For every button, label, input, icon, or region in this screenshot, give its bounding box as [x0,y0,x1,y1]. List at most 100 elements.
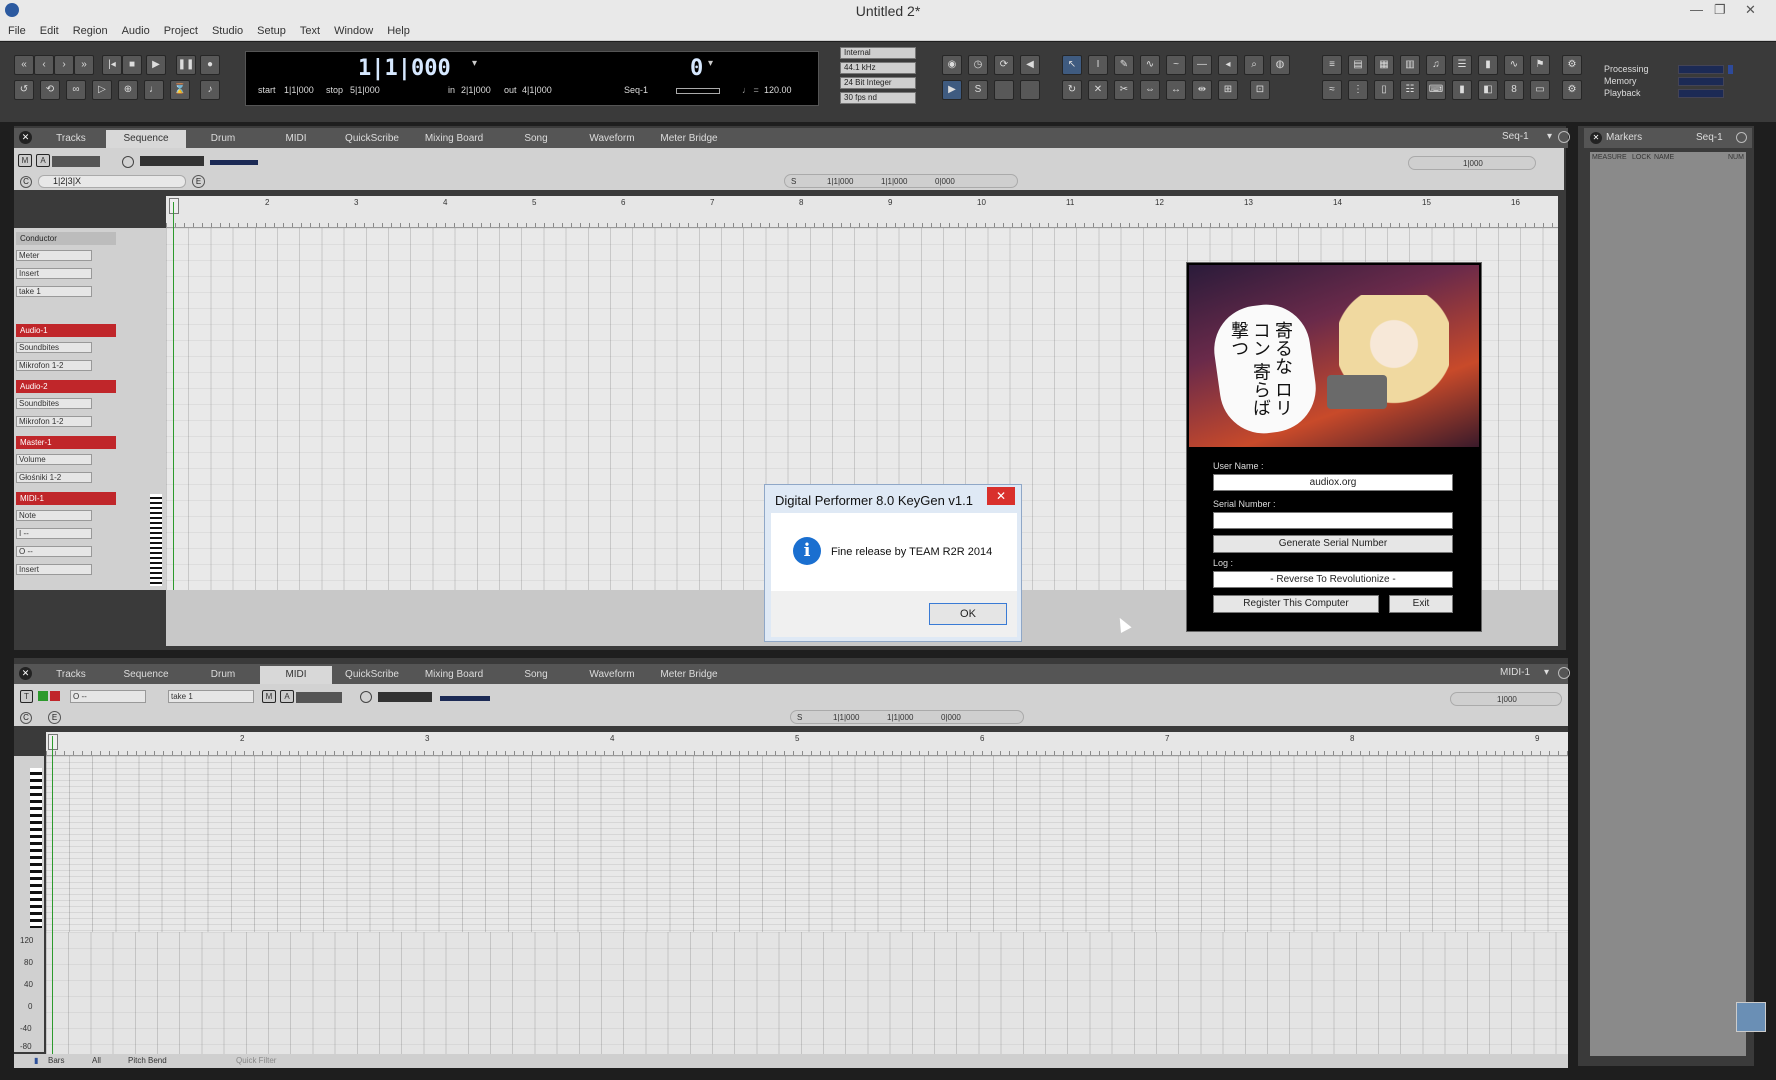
midi-window-icon[interactable]: ▥ [1400,55,1420,75]
frame-rate-select[interactable]: 30 fps nd [840,92,916,104]
midi-range-length[interactable]: 0|000 [941,713,961,722]
midi-ruler[interactable]: 2 3 4 5 6 7 8 9 [46,732,1568,756]
mini-keyboard[interactable] [150,494,162,586]
midi-range-start[interactable]: 1|1|000 [833,713,859,722]
tempo-slider[interactable] [676,88,720,94]
close-bottom-pane-icon[interactable]: ✕ [19,667,32,680]
markers-menu-icon[interactable] [1736,132,1747,143]
sync-icon[interactable]: ⟳ [994,55,1014,75]
c-button[interactable]: C [20,176,32,188]
trim-tool-icon[interactable]: ◂ [1218,55,1238,75]
midi-1-note[interactable]: Note [16,510,92,521]
scissors-tool-icon[interactable]: ✕ [1088,80,1108,100]
audio-2-output[interactable]: Mikrofon 1-2 [16,416,92,427]
curve-tool-icon[interactable]: ∿ [1140,55,1160,75]
fast-forward-icon[interactable]: › [54,55,74,75]
loop-icon[interactable]: ∞ [66,80,86,100]
range-length[interactable]: 0|000 [935,177,955,186]
merge-tool-icon[interactable]: ⇔ [1140,80,1160,100]
speaker-icon[interactable]: ◀ [1020,55,1040,75]
clock-source-select[interactable]: Internal [840,47,916,59]
close-pane-icon[interactable]: ✕ [19,131,32,144]
track-conductor-header[interactable]: Conductor [16,232,116,245]
metronome-icon[interactable]: ♪ [200,80,220,100]
keyboard-window-icon[interactable]: ⌨ [1426,80,1446,100]
track-midi-1-header[interactable]: MIDI-1 [16,492,116,505]
tracks-window-icon[interactable]: ≡ [1322,55,1342,75]
drum-window-icon[interactable]: ▦ [1374,55,1394,75]
in-value[interactable]: 2|1|000 [461,85,491,95]
tempo-value[interactable]: 120.00 [764,85,792,95]
aux-counter[interactable]: 0 [690,56,703,81]
settings-window-icon[interactable]: ⚙ [1562,55,1582,75]
pitch-bend-select[interactable]: Pitch Bend [128,1056,167,1065]
edit-mode-icon[interactable]: ▶ [942,80,962,100]
meter-window-icon[interactable]: ▮ [1478,55,1498,75]
bottom-tab-quickscribe[interactable]: QuickScribe [336,666,408,684]
menu-audio[interactable]: Audio [122,22,150,40]
markers-col-name[interactable]: NAME [1654,154,1674,161]
blank-tool-icon[interactable] [994,80,1014,100]
rewind-icon[interactable]: ‹ [34,55,54,75]
generate-serial-button[interactable]: Generate Serial Number [1213,535,1453,553]
overdub-icon[interactable]: ⊕ [118,80,138,100]
menu-edit[interactable]: Edit [40,22,59,40]
conductor-insert[interactable]: Insert [16,268,92,279]
audio-2-input[interactable]: Soundbites [16,398,92,409]
bottom-tab-tracks[interactable]: Tracks [40,666,102,684]
midi-1-input[interactable]: I -- [16,528,92,539]
track-master-1-header[interactable]: Master-1 [16,436,116,449]
piano-keyboard[interactable] [30,768,42,928]
snap-tool-icon[interactable]: ⊡ [1250,80,1270,100]
tab-song[interactable]: Song [500,130,572,148]
midi-right-counter[interactable]: 1|000 [1497,695,1517,704]
grid-tool-icon[interactable]: ⊞ [1218,80,1238,100]
register-computer-button[interactable]: Register This Computer [1213,595,1379,613]
midi-mute-button[interactable]: M [262,690,276,703]
markers-list[interactable]: MEASURE LOCK NAME NUM [1590,152,1746,1056]
midi-playhead-handle[interactable] [48,734,58,750]
track-button[interactable]: T [20,690,33,703]
midi-automation-button[interactable]: A [280,690,294,703]
mute-button[interactable]: M [18,154,32,167]
midi-level-slider[interactable] [378,692,432,702]
chunks-window-icon[interactable]: ▯ [1374,80,1394,100]
pencil-tool-icon[interactable]: ✎ [1114,55,1134,75]
audition-tool-icon[interactable]: ◍ [1270,55,1290,75]
master-1-output[interactable]: Głośniki 1-2 [16,472,92,483]
rewind-start-icon[interactable]: « [14,55,34,75]
markers-close-icon[interactable]: ✕ [1590,132,1602,144]
bottom-pane-menu-icon[interactable] [1558,667,1570,679]
conductor-meter[interactable]: Meter [16,250,92,261]
right-counter[interactable]: 1|000 [1463,159,1483,168]
pointer-tool-icon[interactable]: ↖ [1062,55,1082,75]
tab-tracks[interactable]: Tracks [40,130,102,148]
bars-window-icon[interactable]: 8 [1504,80,1524,100]
sample-rate-select[interactable]: 44.1 kHz [840,62,916,74]
blank-tool-2-icon[interactable] [1020,80,1040,100]
tab-meter-bridge[interactable]: Meter Bridge [652,130,726,148]
bars-select[interactable]: Bars [48,1056,64,1065]
zoom-tool-icon[interactable]: ⌕ [1244,55,1264,75]
e-button[interactable]: E [192,175,205,188]
midi-1-output[interactable]: O -- [16,546,92,557]
range-start[interactable]: 1|1|000 [827,177,853,186]
playback-level-slider[interactable] [140,156,204,166]
tab-drum[interactable]: Drum [190,130,256,148]
playhead-handle[interactable] [169,198,179,214]
midi-c-button[interactable]: C [20,712,32,724]
track-audio-2-header[interactable]: Audio-2 [16,380,116,393]
bottom-tab-midi[interactable]: MIDI [260,666,332,684]
controller-lane[interactable] [46,932,1568,1054]
menu-setup[interactable]: Setup [257,22,286,40]
preferences-icon[interactable]: ⚙ [1562,80,1582,100]
top-ruler[interactable]: 2 3 4 5 6 7 8 9 10 11 12 13 14 15 16 [166,196,1558,228]
markers-seq[interactable]: Seq-1 [1696,132,1723,143]
automation-button[interactable]: A [36,154,50,167]
menu-window[interactable]: Window [334,22,373,40]
stretch-tool-icon[interactable]: ⇹ [1192,80,1212,100]
stop-icon[interactable]: ■ [122,55,142,75]
tab-quickscribe[interactable]: QuickScribe [336,130,408,148]
markers-col-measure[interactable]: MEASURE [1592,154,1627,161]
ibeam-tool-icon[interactable]: I [1088,55,1108,75]
